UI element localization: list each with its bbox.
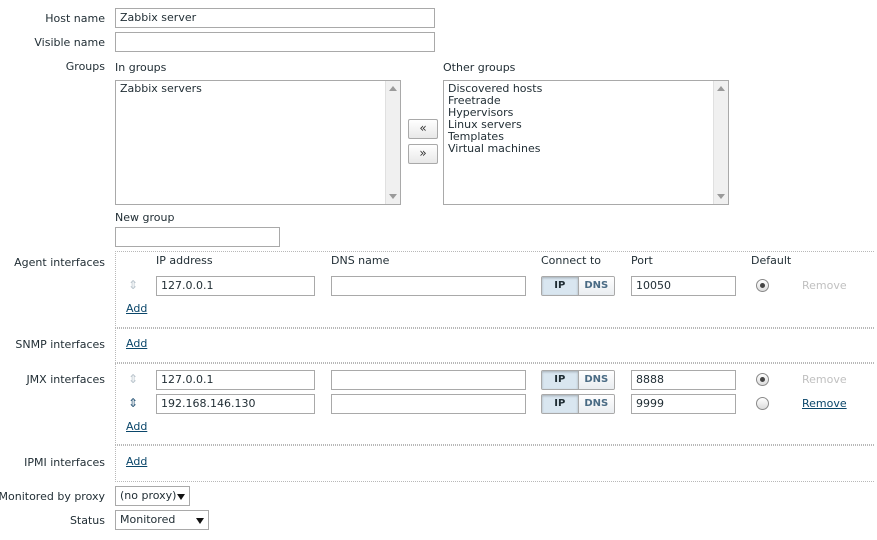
move-to-other-groups-button[interactable]: » [408,144,438,164]
snmp-interfaces-panel [115,328,874,363]
in-groups-label: In groups [115,61,167,74]
jmx-port-input[interactable]: 8888 [631,370,736,390]
jmx-ip-input[interactable]: 192.168.146.130 [156,394,315,414]
groups-label: Groups [65,60,105,73]
scroll-up-icon[interactable] [717,86,725,91]
scroll-down-icon[interactable] [717,194,725,199]
new-group-input[interactable] [115,227,280,247]
in-groups-scrollbar[interactable] [385,81,400,204]
ipmi-interfaces-label: IPMI interfaces [24,456,105,469]
scroll-up-icon[interactable] [389,86,397,91]
connect-to-header: Connect to [541,254,602,267]
move-to-in-groups-button[interactable]: « [408,119,438,139]
in-group-option[interactable]: Zabbix servers [120,83,396,95]
snmp-interfaces-label: SNMP interfaces [15,338,105,351]
agent-interfaces-label: Agent interfaces [14,256,105,269]
other-groups-listbox[interactable]: Discovered hosts Freetrade Hypervisors L… [443,80,729,205]
jmx-dns-input[interactable] [331,394,526,414]
jmx-connect-toggle[interactable]: IP DNS [541,394,615,414]
other-groups-scrollbar[interactable] [713,81,728,204]
connect-dns-option[interactable]: DNS [577,277,614,295]
jmx-port-input[interactable]: 9999 [631,394,736,414]
dns-name-header: DNS name [331,254,390,267]
agent-port-input[interactable]: 10050 [631,276,736,296]
other-groups-label: Other groups [443,61,516,74]
status-select-value: Monitored [120,513,176,526]
visible-name-input[interactable] [115,32,435,52]
connect-ip-option[interactable]: IP [542,395,578,413]
agent-remove-link: Remove [802,279,847,292]
status-select[interactable]: Monitored [115,510,209,530]
ipmi-add-link[interactable]: Add [126,455,147,468]
jmx-add-link[interactable]: Add [126,420,147,433]
agent-default-radio[interactable] [756,279,769,292]
chevron-down-icon [196,518,204,524]
status-label: Status [69,514,105,527]
jmx-dns-input[interactable] [331,370,526,390]
host-name-input[interactable]: Zabbix server [115,8,435,28]
connect-ip-option[interactable]: IP [542,371,578,389]
agent-add-link[interactable]: Add [126,302,147,315]
jmx-ip-input[interactable]: 127.0.0.1 [156,370,315,390]
jmx-remove-link[interactable]: Remove [802,397,847,410]
jmx-default-radio[interactable] [756,373,769,386]
connect-dns-option[interactable]: DNS [577,395,614,413]
ip-address-header: IP address [156,254,213,267]
drag-handle-icon: ⇕ [128,278,139,292]
in-groups-listbox[interactable]: Zabbix servers [115,80,401,205]
drag-handle-icon[interactable]: ⇕ [128,397,138,409]
connect-dns-option[interactable]: DNS [577,371,614,389]
agent-connect-toggle[interactable]: IP DNS [541,276,615,296]
monitored-by-proxy-label: Monitored by proxy [0,490,105,503]
agent-dns-input[interactable] [331,276,526,296]
chevron-down-icon [177,494,185,500]
other-group-option[interactable]: Virtual machines [448,143,724,155]
jmx-connect-toggle[interactable]: IP DNS [541,370,615,390]
ipmi-interfaces-panel [115,445,874,482]
scroll-down-icon[interactable] [389,194,397,199]
visible-name-label: Visible name [34,36,105,49]
default-header: Default [751,254,792,267]
jmx-default-radio[interactable] [756,397,769,410]
new-group-label: New group [115,211,175,224]
connect-ip-option[interactable]: IP [542,277,578,295]
proxy-select[interactable]: (no proxy) [115,486,190,506]
jmx-interfaces-label: JMX interfaces [26,373,105,386]
jmx-remove-link: Remove [802,373,847,386]
drag-handle-icon: ⇕ [128,372,139,386]
snmp-add-link[interactable]: Add [126,337,147,350]
proxy-select-value: (no proxy) [120,489,177,502]
host-name-label: Host name [45,12,105,25]
agent-ip-input[interactable]: 127.0.0.1 [156,276,315,296]
port-header: Port [631,254,653,267]
